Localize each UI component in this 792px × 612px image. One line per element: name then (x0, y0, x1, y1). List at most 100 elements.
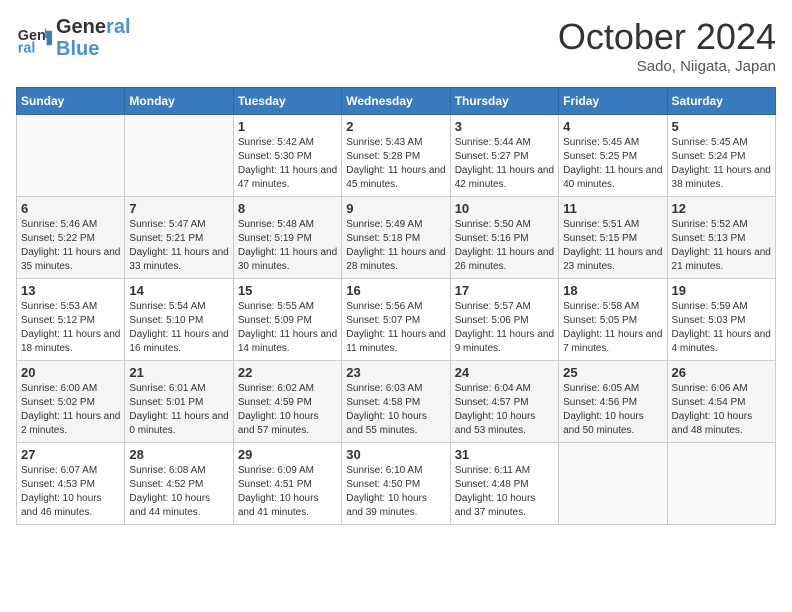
calendar-cell: 24 Sunrise: 6:04 AM Sunset: 4:57 PM Dayli… (450, 361, 558, 443)
day-info: Sunrise: 5:46 AM Sunset: 5:22 PM Dayligh… (21, 218, 120, 274)
logo-icon: Gene ral (16, 20, 52, 56)
calendar-cell: 13 Sunrise: 5:53 AM Sunset: 5:12 PM Dayli… (17, 279, 125, 361)
day-info: Sunrise: 5:51 AM Sunset: 5:15 PM Dayligh… (563, 218, 662, 274)
calendar-cell: 5Sunrise: 5:45 AM Sunset: 5:24 PM Daylig… (667, 115, 775, 197)
calendar-cell (125, 115, 233, 197)
calendar-cell: 12Sunrise: 5:52 AM Sunset: 5:13 PM Dayli… (667, 197, 775, 279)
calendar-body: 1 Sunrise: 5:42 AM Sunset: 5:30 PM Daylig… (17, 115, 776, 525)
day-info: Sunrise: 5:44 AM Sunset: 5:27 PM Dayligh… (455, 136, 554, 192)
day-number: 3 (455, 119, 554, 134)
day-info: Sunrise: 6:03 AM Sunset: 4:58 PM Dayligh… (346, 382, 445, 438)
calendar-cell (667, 443, 775, 525)
day-info: Sunrise: 6:00 AM Sunset: 5:02 PM Dayligh… (21, 382, 120, 438)
day-number: 1 (238, 119, 337, 134)
logo-line2: Blue (56, 38, 131, 60)
day-number: 19 (672, 283, 771, 298)
calendar-cell: 2 Sunrise: 5:43 AM Sunset: 5:28 PM Daylig… (342, 115, 450, 197)
day-number: 22 (238, 365, 337, 380)
calendar-cell: 8 Sunrise: 5:48 AM Sunset: 5:19 PM Daylig… (233, 197, 341, 279)
day-info: Sunrise: 6:04 AM Sunset: 4:57 PM Dayligh… (455, 382, 554, 438)
day-number: 8 (238, 201, 337, 216)
calendar-week-0: 1 Sunrise: 5:42 AM Sunset: 5:30 PM Daylig… (17, 115, 776, 197)
day-number: 28 (129, 447, 228, 462)
calendar-week-3: 20 Sunrise: 6:00 AM Sunset: 5:02 PM Dayli… (17, 361, 776, 443)
calendar-cell (17, 115, 125, 197)
day-info: Sunrise: 5:49 AM Sunset: 5:18 PM Dayligh… (346, 218, 445, 274)
calendar-cell: 14 Sunrise: 5:54 AM Sunset: 5:10 PM Dayli… (125, 279, 233, 361)
day-number: 7 (129, 201, 228, 216)
day-number: 12 (672, 201, 771, 216)
calendar-cell: 19 Sunrise: 5:59 AM Sunset: 5:03 PM Dayli… (667, 279, 775, 361)
calendar-cell: 25Sunrise: 6:05 AM Sunset: 4:56 PM Dayli… (559, 361, 667, 443)
day-info: Sunrise: 6:08 AM Sunset: 4:52 PM Dayligh… (129, 464, 228, 520)
calendar-cell: 10 Sunrise: 5:50 AM Sunset: 5:16 PM Dayli… (450, 197, 558, 279)
day-number: 20 (21, 365, 120, 380)
calendar-week-2: 13 Sunrise: 5:53 AM Sunset: 5:12 PM Dayli… (17, 279, 776, 361)
calendar-cell: 18 Sunrise: 5:58 AM Sunset: 5:05 PM Dayli… (559, 279, 667, 361)
calendar-cell: 28 Sunrise: 6:08 AM Sunset: 4:52 PM Dayli… (125, 443, 233, 525)
calendar-cell: 23 Sunrise: 6:03 AM Sunset: 4:58 PM Dayli… (342, 361, 450, 443)
day-info: Sunrise: 6:06 AM Sunset: 4:54 PM Dayligh… (672, 382, 771, 438)
calendar-cell: 17Sunrise: 5:57 AM Sunset: 5:06 PM Dayli… (450, 279, 558, 361)
day-info: Sunrise: 6:02 AM Sunset: 4:59 PM Dayligh… (238, 382, 337, 438)
calendar-cell: 1 Sunrise: 5:42 AM Sunset: 5:30 PM Daylig… (233, 115, 341, 197)
calendar-table: SundayMondayTuesdayWednesdayThursdayFrid… (16, 87, 776, 525)
page-header: Gene ral General Blue October 2024 Sado,… (16, 16, 776, 75)
calendar-cell: 15Sunrise: 5:55 AM Sunset: 5:09 PM Dayli… (233, 279, 341, 361)
day-number: 10 (455, 201, 554, 216)
calendar-cell: 20 Sunrise: 6:00 AM Sunset: 5:02 PM Dayli… (17, 361, 125, 443)
day-info: Sunrise: 5:58 AM Sunset: 5:05 PM Dayligh… (563, 300, 662, 356)
day-number: 11 (563, 201, 662, 216)
calendar-cell: 6 Sunrise: 5:46 AM Sunset: 5:22 PM Daylig… (17, 197, 125, 279)
day-number: 29 (238, 447, 337, 462)
calendar-week-4: 27Sunrise: 6:07 AM Sunset: 4:53 PM Dayli… (17, 443, 776, 525)
day-number: 18 (563, 283, 662, 298)
day-number: 2 (346, 119, 445, 134)
day-number: 14 (129, 283, 228, 298)
calendar-cell: 7 Sunrise: 5:47 AM Sunset: 5:21 PM Daylig… (125, 197, 233, 279)
day-number: 17 (455, 283, 554, 298)
weekday-header-thursday: Thursday (450, 88, 558, 115)
day-info: Sunrise: 5:43 AM Sunset: 5:28 PM Dayligh… (346, 136, 445, 192)
day-number: 4 (563, 119, 662, 134)
day-info: Sunrise: 5:45 AM Sunset: 5:25 PM Dayligh… (563, 136, 662, 192)
day-number: 31 (455, 447, 554, 462)
calendar-cell: 27Sunrise: 6:07 AM Sunset: 4:53 PM Dayli… (17, 443, 125, 525)
day-info: Sunrise: 5:53 AM Sunset: 5:12 PM Dayligh… (21, 300, 120, 356)
weekday-header-wednesday: Wednesday (342, 88, 450, 115)
calendar-cell: 30 Sunrise: 6:10 AM Sunset: 4:50 PM Dayli… (342, 443, 450, 525)
weekday-header-tuesday: Tuesday (233, 88, 341, 115)
svg-text:ral: ral (18, 40, 36, 56)
calendar-cell (559, 443, 667, 525)
title-block: October 2024 Sado, Niigata, Japan (558, 16, 776, 75)
day-number: 6 (21, 201, 120, 216)
day-info: Sunrise: 5:42 AM Sunset: 5:30 PM Dayligh… (238, 136, 337, 192)
day-number: 15 (238, 283, 337, 298)
logo-line1: General (56, 16, 131, 38)
weekday-header-monday: Monday (125, 88, 233, 115)
calendar-cell: 9Sunrise: 5:49 AM Sunset: 5:18 PM Daylig… (342, 197, 450, 279)
calendar-cell: 29Sunrise: 6:09 AM Sunset: 4:51 PM Dayli… (233, 443, 341, 525)
calendar-header: SundayMondayTuesdayWednesdayThursdayFrid… (17, 88, 776, 115)
month-title: October 2024 (558, 16, 776, 58)
calendar-cell: 22 Sunrise: 6:02 AM Sunset: 4:59 PM Dayli… (233, 361, 341, 443)
calendar-cell: 31 Sunrise: 6:11 AM Sunset: 4:48 PM Dayli… (450, 443, 558, 525)
day-info: Sunrise: 5:47 AM Sunset: 5:21 PM Dayligh… (129, 218, 228, 274)
day-number: 27 (21, 447, 120, 462)
day-info: Sunrise: 5:54 AM Sunset: 5:10 PM Dayligh… (129, 300, 228, 356)
day-number: 13 (21, 283, 120, 298)
calendar-cell: 26Sunrise: 6:06 AM Sunset: 4:54 PM Dayli… (667, 361, 775, 443)
day-number: 23 (346, 365, 445, 380)
day-info: Sunrise: 6:10 AM Sunset: 4:50 PM Dayligh… (346, 464, 445, 520)
day-number: 5 (672, 119, 771, 134)
day-info: Sunrise: 5:59 AM Sunset: 5:03 PM Dayligh… (672, 300, 771, 356)
day-number: 24 (455, 365, 554, 380)
calendar-cell: 3 Sunrise: 5:44 AM Sunset: 5:27 PM Daylig… (450, 115, 558, 197)
day-number: 21 (129, 365, 228, 380)
day-info: Sunrise: 6:11 AM Sunset: 4:48 PM Dayligh… (455, 464, 554, 520)
day-info: Sunrise: 5:48 AM Sunset: 5:19 PM Dayligh… (238, 218, 337, 274)
weekday-header-friday: Friday (559, 88, 667, 115)
logo: Gene ral General Blue (16, 16, 131, 60)
day-info: Sunrise: 5:50 AM Sunset: 5:16 PM Dayligh… (455, 218, 554, 274)
day-number: 30 (346, 447, 445, 462)
